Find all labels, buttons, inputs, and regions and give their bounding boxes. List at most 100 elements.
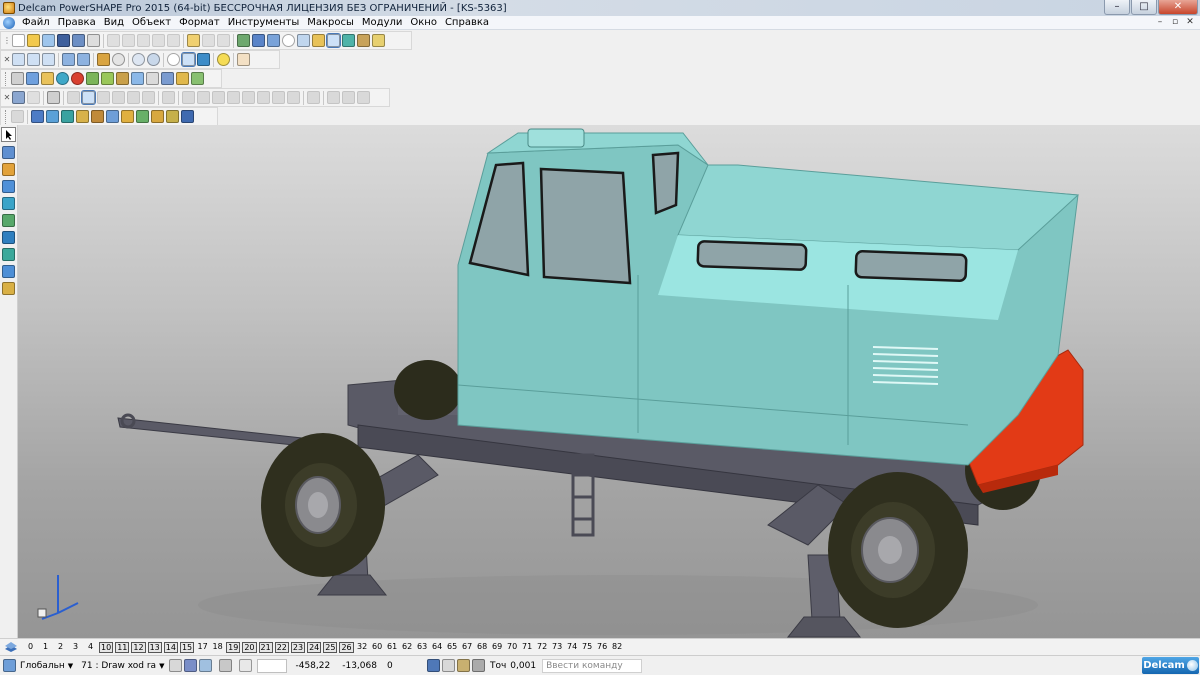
split-icon[interactable] <box>166 110 179 123</box>
snap-grid-icon[interactable] <box>184 659 198 672</box>
level-button[interactable]: 82 <box>611 642 624 653</box>
arc-tool-icon[interactable] <box>2 197 15 210</box>
save-as-icon[interactable] <box>72 34 85 47</box>
arc-icon[interactable] <box>297 34 310 47</box>
level-button[interactable]: 22 <box>274 641 289 653</box>
level-button[interactable]: 61 <box>386 642 399 653</box>
level-button[interactable]: 21 <box>258 641 273 653</box>
menu-edit[interactable]: Правка <box>54 16 100 29</box>
zoom-in-icon[interactable] <box>97 53 110 66</box>
hand-icon[interactable] <box>237 53 250 66</box>
solid-block-icon[interactable] <box>11 72 24 85</box>
level-button[interactable]: 25 <box>323 641 338 653</box>
level-button[interactable]: 1 <box>39 642 52 653</box>
shell-icon[interactable] <box>76 110 89 123</box>
curve-icon[interactable] <box>2 214 15 227</box>
select-arrow-icon[interactable] <box>1 127 16 142</box>
level-button[interactable]: 70 <box>506 642 519 653</box>
snap-point-icon[interactable] <box>169 659 183 672</box>
level-button[interactable]: 32 <box>356 642 369 653</box>
solid-t-icon[interactable] <box>357 91 370 104</box>
level-button[interactable]: 76 <box>596 642 609 653</box>
level-button[interactable]: 26 <box>339 641 354 653</box>
sphere-icon[interactable] <box>71 72 84 85</box>
level-button[interactable]: 23 <box>290 641 306 653</box>
solid-r-icon[interactable] <box>327 91 340 104</box>
help-icon[interactable] <box>217 34 230 47</box>
boss-icon[interactable] <box>106 110 119 123</box>
toolbar-grip-icon[interactable]: ⋮ <box>3 36 11 45</box>
chevron-down-icon[interactable]: ▼ <box>68 662 73 670</box>
menu-view[interactable]: Вид <box>100 16 128 29</box>
shade-icon[interactable] <box>181 110 194 123</box>
dimension-icon[interactable] <box>2 265 15 278</box>
solid-j-icon[interactable] <box>197 91 210 104</box>
print-icon[interactable] <box>87 34 100 47</box>
open-file-icon[interactable] <box>27 34 40 47</box>
toolbar-close-icon-2[interactable]: ✕ <box>3 93 11 102</box>
snap-angle-icon[interactable] <box>219 659 233 672</box>
lightbulb-icon[interactable] <box>217 53 230 66</box>
solid-q-icon[interactable] <box>307 91 320 104</box>
doc-close-button[interactable]: ✕ <box>1184 17 1196 28</box>
view-top-icon[interactable] <box>42 53 55 66</box>
solid-tool-icon[interactable] <box>2 248 15 261</box>
calculator-icon[interactable] <box>441 659 455 672</box>
workplane-select[interactable]: Глобальн <box>20 661 65 671</box>
menu-macros[interactable]: Макросы <box>303 16 358 29</box>
level-button[interactable]: 18 <box>211 642 224 653</box>
redo-icon[interactable] <box>202 34 215 47</box>
workplane-toggle-icon[interactable] <box>426 659 440 672</box>
surface-tool-icon[interactable] <box>2 231 15 244</box>
transform-icon[interactable] <box>191 72 204 85</box>
level-button[interactable]: 14 <box>163 641 178 653</box>
doc-minimize-button[interactable]: – <box>1154 17 1166 28</box>
surface-icon[interactable] <box>41 72 54 85</box>
level-button[interactable]: 20 <box>242 641 257 653</box>
wireframe-icon[interactable] <box>357 34 370 47</box>
view-front-icon[interactable] <box>12 53 25 66</box>
symbol-icon[interactable] <box>2 282 15 295</box>
level-button[interactable]: 71 <box>521 642 534 653</box>
level-button[interactable]: 12 <box>131 641 146 653</box>
close-button[interactable]: ✕ <box>1158 0 1198 15</box>
menu-window[interactable]: Окно <box>406 16 441 29</box>
level-button[interactable]: 11 <box>115 641 130 653</box>
mirror-icon[interactable] <box>176 72 189 85</box>
solid-a-icon[interactable] <box>47 91 60 104</box>
grid-icon[interactable] <box>239 659 253 672</box>
pattern-icon[interactable] <box>136 110 149 123</box>
boolean-icon[interactable] <box>151 110 164 123</box>
solid-new-icon[interactable] <box>26 72 39 85</box>
shaded-icon[interactable] <box>342 34 355 47</box>
snap-object-icon[interactable] <box>199 659 213 672</box>
solid-m-icon[interactable] <box>242 91 255 104</box>
feature-icon[interactable] <box>121 110 134 123</box>
level-button[interactable]: 10 <box>99 641 114 653</box>
level-button[interactable]: 63 <box>416 642 429 653</box>
level-button[interactable]: 62 <box>401 642 414 653</box>
level-select[interactable]: 71 : Draw xod ra <box>81 661 156 671</box>
fillet-icon[interactable] <box>31 110 44 123</box>
draft-icon[interactable] <box>61 110 74 123</box>
document-menu-icon[interactable] <box>3 16 15 29</box>
tolerance-value[interactable]: 0,001 <box>510 661 536 671</box>
chevron-down-icon[interactable]: ▼ <box>159 662 164 670</box>
levels-icon[interactable] <box>4 641 18 653</box>
level-button[interactable]: 4 <box>84 642 97 653</box>
zoom-icon[interactable] <box>312 34 325 47</box>
level-button[interactable]: 3 <box>69 642 82 653</box>
solid-p-icon[interactable] <box>287 91 300 104</box>
view-iso2-icon[interactable] <box>77 53 90 66</box>
level-button[interactable]: 15 <box>179 641 195 653</box>
level-button[interactable]: 73 <box>551 642 564 653</box>
level-button[interactable]: 74 <box>566 642 579 653</box>
menu-modules[interactable]: Модули <box>358 16 406 29</box>
open-model-icon[interactable] <box>42 34 55 47</box>
solid-h-icon[interactable] <box>162 91 175 104</box>
blend-icon[interactable] <box>11 110 24 123</box>
select-icon[interactable] <box>167 34 180 47</box>
copy-icon[interactable] <box>122 34 135 47</box>
cone-icon[interactable] <box>86 72 99 85</box>
cube-icon[interactable] <box>116 72 129 85</box>
